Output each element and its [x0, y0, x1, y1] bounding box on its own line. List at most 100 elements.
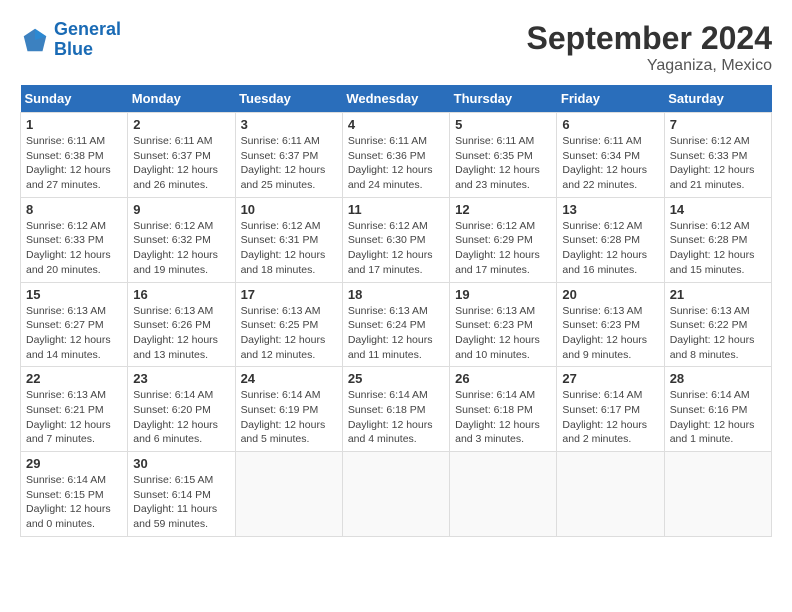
day-number: 10 [241, 202, 337, 217]
header-row: Sunday Monday Tuesday Wednesday Thursday… [21, 85, 772, 113]
day-number: 1 [26, 117, 122, 132]
col-monday: Monday [128, 85, 235, 113]
table-row [450, 452, 557, 537]
day-detail: Sunrise: 6:12 AM Sunset: 6:28 PM Dayligh… [562, 219, 658, 278]
table-row: 8 Sunrise: 6:12 AM Sunset: 6:33 PM Daylig… [21, 197, 128, 282]
table-row: 30 Sunrise: 6:15 AM Sunset: 6:14 PM Dayli… [128, 452, 235, 537]
day-detail: Sunrise: 6:12 AM Sunset: 6:33 PM Dayligh… [26, 219, 122, 278]
day-detail: Sunrise: 6:12 AM Sunset: 6:31 PM Dayligh… [241, 219, 337, 278]
table-row [664, 452, 771, 537]
table-row: 2Sunrise: 6:11 AM Sunset: 6:37 PM Daylig… [128, 113, 235, 198]
table-row: 26Sunrise: 6:14 AM Sunset: 6:18 PM Dayli… [450, 367, 557, 452]
day-number: 18 [348, 287, 444, 302]
table-row: 21Sunrise: 6:13 AM Sunset: 6:22 PM Dayli… [664, 282, 771, 367]
title-section: September 2024 Yaganiza, Mexico [527, 20, 772, 75]
day-number: 24 [241, 371, 337, 386]
day-number: 27 [562, 371, 658, 386]
day-number: 8 [26, 202, 122, 217]
table-row: 23 Sunrise: 6:14 AM Sunset: 6:20 PM Dayli… [128, 367, 235, 452]
table-row: 28 Sunrise: 6:14 AM Sunset: 6:16 PM Dayli… [664, 367, 771, 452]
table-row [557, 452, 664, 537]
calendar-week-3: 15Sunrise: 6:13 AM Sunset: 6:27 PM Dayli… [21, 282, 772, 367]
day-number: 11 [348, 202, 444, 217]
day-detail: Sunrise: 6:15 AM Sunset: 6:14 PM Dayligh… [133, 473, 229, 532]
day-detail: Sunrise: 6:12 AM Sunset: 6:29 PM Dayligh… [455, 219, 551, 278]
table-row [342, 452, 449, 537]
table-row: 12 Sunrise: 6:12 AM Sunset: 6:29 PM Dayli… [450, 197, 557, 282]
table-row: 16Sunrise: 6:13 AM Sunset: 6:26 PM Dayli… [128, 282, 235, 367]
table-row: 4 Sunrise: 6:11 AM Sunset: 6:36 PM Daylig… [342, 113, 449, 198]
day-number: 28 [670, 371, 766, 386]
logo-line2: Blue [54, 39, 93, 59]
day-detail: Sunrise: 6:12 AM Sunset: 6:28 PM Dayligh… [670, 219, 766, 278]
calendar-week-2: 8 Sunrise: 6:12 AM Sunset: 6:33 PM Daylig… [21, 197, 772, 282]
table-row: 20 Sunrise: 6:13 AM Sunset: 6:23 PM Dayli… [557, 282, 664, 367]
table-row: 3 Sunrise: 6:11 AM Sunset: 6:37 PM Daylig… [235, 113, 342, 198]
day-number: 4 [348, 117, 444, 132]
day-number: 9 [133, 202, 229, 217]
day-detail: Sunrise: 6:13 AM Sunset: 6:22 PM Dayligh… [670, 304, 766, 363]
day-number: 30 [133, 456, 229, 471]
day-detail: Sunrise: 6:13 AM Sunset: 6:23 PM Dayligh… [562, 304, 658, 363]
day-detail: Sunrise: 6:14 AM Sunset: 6:20 PM Dayligh… [133, 388, 229, 447]
day-number: 23 [133, 371, 229, 386]
day-detail: Sunrise: 6:11 AM Sunset: 6:35 PM Dayligh… [455, 134, 551, 193]
day-number: 7 [670, 117, 766, 132]
day-detail: Sunrise: 6:14 AM Sunset: 6:16 PM Dayligh… [670, 388, 766, 447]
day-number: 29 [26, 456, 122, 471]
day-detail: Sunrise: 6:12 AM Sunset: 6:33 PM Dayligh… [670, 134, 766, 193]
col-thursday: Thursday [450, 85, 557, 113]
table-row: 11Sunrise: 6:12 AM Sunset: 6:30 PM Dayli… [342, 197, 449, 282]
col-saturday: Saturday [664, 85, 771, 113]
day-detail: Sunrise: 6:11 AM Sunset: 6:37 PM Dayligh… [133, 134, 229, 193]
logo-icon [20, 25, 50, 55]
day-detail: Sunrise: 6:11 AM Sunset: 6:37 PM Dayligh… [241, 134, 337, 193]
table-row: 15Sunrise: 6:13 AM Sunset: 6:27 PM Dayli… [21, 282, 128, 367]
day-number: 25 [348, 371, 444, 386]
calendar-table: Sunday Monday Tuesday Wednesday Thursday… [20, 85, 772, 537]
day-number: 22 [26, 371, 122, 386]
calendar-week-1: 1 Sunrise: 6:11 AM Sunset: 6:38 PM Daylig… [21, 113, 772, 198]
col-friday: Friday [557, 85, 664, 113]
day-number: 5 [455, 117, 551, 132]
day-detail: Sunrise: 6:11 AM Sunset: 6:38 PM Dayligh… [26, 134, 122, 193]
day-number: 14 [670, 202, 766, 217]
table-row: 17Sunrise: 6:13 AM Sunset: 6:25 PM Dayli… [235, 282, 342, 367]
month-title: September 2024 [527, 20, 772, 57]
day-detail: Sunrise: 6:14 AM Sunset: 6:18 PM Dayligh… [348, 388, 444, 447]
table-row: 29 Sunrise: 6:14 AM Sunset: 6:15 PM Dayli… [21, 452, 128, 537]
col-sunday: Sunday [21, 85, 128, 113]
day-detail: Sunrise: 6:13 AM Sunset: 6:21 PM Dayligh… [26, 388, 122, 447]
calendar-week-4: 22 Sunrise: 6:13 AM Sunset: 6:21 PM Dayli… [21, 367, 772, 452]
logo-line1: General [54, 19, 121, 39]
day-detail: Sunrise: 6:11 AM Sunset: 6:34 PM Dayligh… [562, 134, 658, 193]
day-number: 26 [455, 371, 551, 386]
day-number: 15 [26, 287, 122, 302]
day-detail: Sunrise: 6:14 AM Sunset: 6:15 PM Dayligh… [26, 473, 122, 532]
table-row: 19 Sunrise: 6:13 AM Sunset: 6:23 PM Dayli… [450, 282, 557, 367]
table-row: 13Sunrise: 6:12 AM Sunset: 6:28 PM Dayli… [557, 197, 664, 282]
header: General Blue September 2024 Yaganiza, Me… [20, 20, 772, 75]
col-wednesday: Wednesday [342, 85, 449, 113]
table-row: 6Sunrise: 6:11 AM Sunset: 6:34 PM Daylig… [557, 113, 664, 198]
table-row: 9Sunrise: 6:12 AM Sunset: 6:32 PM Daylig… [128, 197, 235, 282]
table-row: 24 Sunrise: 6:14 AM Sunset: 6:19 PM Dayli… [235, 367, 342, 452]
day-number: 19 [455, 287, 551, 302]
day-number: 12 [455, 202, 551, 217]
day-detail: Sunrise: 6:13 AM Sunset: 6:23 PM Dayligh… [455, 304, 551, 363]
table-row: 18 Sunrise: 6:13 AM Sunset: 6:24 PM Dayli… [342, 282, 449, 367]
table-row: 22 Sunrise: 6:13 AM Sunset: 6:21 PM Dayli… [21, 367, 128, 452]
day-detail: Sunrise: 6:13 AM Sunset: 6:26 PM Dayligh… [133, 304, 229, 363]
table-row: 27 Sunrise: 6:14 AM Sunset: 6:17 PM Dayli… [557, 367, 664, 452]
calendar-week-5: 29 Sunrise: 6:14 AM Sunset: 6:15 PM Dayli… [21, 452, 772, 537]
day-detail: Sunrise: 6:11 AM Sunset: 6:36 PM Dayligh… [348, 134, 444, 193]
table-row [235, 452, 342, 537]
day-number: 3 [241, 117, 337, 132]
logo-text: General Blue [54, 20, 121, 60]
day-detail: Sunrise: 6:14 AM Sunset: 6:19 PM Dayligh… [241, 388, 337, 447]
day-detail: Sunrise: 6:13 AM Sunset: 6:24 PM Dayligh… [348, 304, 444, 363]
table-row: 25 Sunrise: 6:14 AM Sunset: 6:18 PM Dayli… [342, 367, 449, 452]
day-number: 20 [562, 287, 658, 302]
table-row: 10 Sunrise: 6:12 AM Sunset: 6:31 PM Dayli… [235, 197, 342, 282]
day-detail: Sunrise: 6:14 AM Sunset: 6:17 PM Dayligh… [562, 388, 658, 447]
